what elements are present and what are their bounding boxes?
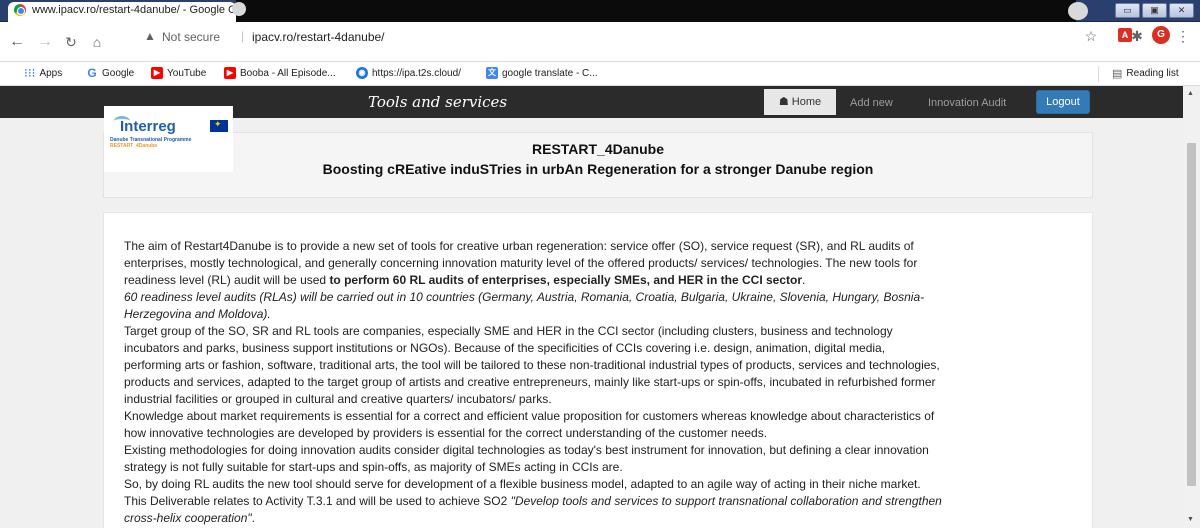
content-card: The aim of Restart4Danube is to provide … [103, 212, 1093, 528]
text-line: 60 readiness level audits (RLAs) will be… [124, 289, 1079, 306]
text-span: . [802, 273, 806, 287]
eu-flag-icon [210, 119, 228, 132]
scrollbar-thumb[interactable] [1187, 143, 1196, 486]
url-text[interactable]: ipacv.ro/restart-4danube/ [252, 30, 385, 44]
bookmark-youtube[interactable]: ▶ YouTube [151, 67, 206, 79]
text-line: products and services, adapted to the ta… [124, 375, 936, 389]
page-header: RESTART_4Danube Boosting cREative induST… [103, 132, 1093, 198]
bookmark-google[interactable]: G Google [86, 67, 134, 79]
bookmark-label: YouTube [167, 67, 207, 79]
address-separator: | [241, 29, 245, 43]
scroll-down-arrow-icon[interactable]: ▼ [1187, 516, 1194, 523]
apps-grid-icon: ⁝⁝⁝ [24, 66, 36, 80]
logout-button[interactable]: Logout [1036, 90, 1090, 114]
text-line: Existing methodologies for doing innovat… [124, 443, 929, 457]
text-line: how innovative technologies are develope… [124, 426, 768, 440]
bookmark-label: Apps [39, 67, 63, 79]
home-icon[interactable]: ⌂ [86, 31, 108, 53]
text-line: readiness level (RL) audit will be used … [124, 272, 1079, 289]
text-italic: cross-helix cooperation" [124, 511, 252, 525]
reload-icon[interactable]: ↻ [60, 31, 82, 53]
logo-brand: Interreg [120, 118, 176, 135]
forward-arrow-icon[interactable]: → [34, 31, 56, 53]
text-line: Target group of the SO, SR and RL tools … [124, 324, 893, 338]
profile-avatar[interactable]: G [1152, 26, 1170, 44]
google-icon: G [87, 66, 97, 80]
bookmark-google-translate[interactable]: 文 google translate - C... [486, 67, 598, 79]
nav-innovation-audit[interactable]: Innovation Audit [928, 97, 1006, 109]
reading-list[interactable]: ▤ Reading list [1112, 67, 1179, 80]
nav-home[interactable]: ☗ Home [764, 89, 836, 115]
new-tab-button[interactable] [232, 2, 246, 16]
logo-project: RESTART_4Danube [110, 143, 158, 149]
back-arrow-icon[interactable]: ← [6, 31, 28, 53]
bookmark-ipa[interactable]: ◉ https://ipa.t2s.cloud/ [356, 67, 461, 79]
reading-list-icon: ▤ [1112, 68, 1123, 80]
menu-kebab-icon[interactable]: ⋮ [1174, 28, 1192, 45]
bookmark-label: https://ipa.t2s.cloud/ [372, 67, 461, 79]
bookmark-apps[interactable]: ⁝⁝⁝ Apps [24, 67, 62, 79]
bookmark-star-icon[interactable]: ☆ [1082, 28, 1100, 45]
home-icon: ☗ [778, 96, 789, 108]
scroll-up-arrow-icon[interactable]: ▲ [1187, 90, 1194, 97]
bookmark-booba[interactable]: ▶ Booba - All Episode... [224, 67, 336, 79]
page-title: RESTART_4Danube [532, 141, 664, 157]
page-subtitle: Boosting cREative induSTries in urbAn Re… [322, 161, 874, 177]
site-title[interactable]: Tools and services [368, 93, 507, 111]
text-line: industrial facilities or grouped in cult… [124, 392, 552, 406]
page-scrollbar[interactable]: ▲ ▼ [1183, 86, 1200, 528]
youtube-icon: ▶ [151, 67, 163, 79]
text-span: . [251, 511, 255, 525]
tab-search-button[interactable] [1068, 2, 1088, 20]
warning-icon[interactable]: ▲ [144, 29, 156, 43]
tab-strip [236, 0, 1076, 22]
text-line: strategy is not fully suitable for start… [124, 460, 623, 474]
text-bold: to perform 60 RL audits of enterprises, … [329, 273, 803, 287]
bookmark-label: Booba - All Episode... [240, 67, 336, 79]
nav-add-new[interactable]: Add new [850, 97, 893, 109]
address-bar[interactable]: ▲ Not secure | ipacv.ro/restart-4danube/ [132, 27, 1052, 47]
bookmark-label: google translate - C... [502, 67, 598, 79]
text-line: Knowledge about market requirements is e… [124, 409, 935, 423]
text-span: readiness level (RL) audit will be used [124, 273, 330, 287]
bookmarks-divider [1098, 66, 1099, 82]
bookmark-label: Google [102, 67, 135, 79]
text-line: performing arts or fashion, software, tr… [124, 358, 940, 372]
maximize-button[interactable]: ▣ [1142, 3, 1167, 18]
nav-home-label: Home [791, 96, 822, 108]
interreg-logo[interactable]: Interreg Danube Transnational Programme … [104, 106, 233, 172]
window-controls: ▭ ▣ ✕ [1115, 3, 1194, 18]
text-line: enterprises, mostly technological, and g… [124, 256, 918, 270]
close-button[interactable]: ✕ [1169, 3, 1194, 18]
not-secure-label[interactable]: Not secure [162, 30, 220, 44]
minimize-button[interactable]: ▭ [1115, 3, 1140, 18]
text-italic: Herzegovina and Moldova). [124, 307, 271, 321]
text-line: Herzegovina and Moldova). [124, 306, 1079, 323]
extensions-puzzle-icon[interactable]: ✱ [1128, 28, 1146, 45]
youtube-icon: ▶ [224, 67, 236, 79]
text-line: This Deliverable relates to Activity T.3… [124, 493, 1079, 510]
text-line: The aim of Restart4Danube is to provide … [124, 239, 914, 253]
bookmarks-bar: ⁝⁝⁝ Apps G Google ▶ YouTube ▶ Booba - Al… [0, 62, 1200, 86]
text-line: So, by doing RL audits the new tool shou… [124, 477, 921, 491]
text-line: incubators and parks, business support i… [124, 341, 886, 355]
translate-icon: 文 [486, 67, 498, 79]
page-viewport: Tools and services ☗ Home Add new Innova… [0, 86, 1183, 528]
paragraph-aim: The aim of Restart4Danube is to provide … [124, 238, 1079, 527]
globe-icon: ◉ [356, 67, 368, 79]
chrome-favicon-icon [14, 4, 26, 16]
text-italic: "Develop tools and services to support t… [510, 494, 942, 508]
browser-title-bar: www.ipacv.ro/restart-4danube/ - Google C… [0, 0, 1200, 22]
browser-toolbar: ← → ↻ ⌂ ▲ Not secure | ipacv.ro/restart-… [0, 22, 1200, 62]
text-line: cross-helix cooperation". [124, 510, 1079, 527]
reading-list-label: Reading list [1126, 68, 1179, 79]
text-span: This Deliverable relates to Activity T.3… [124, 494, 511, 508]
text-italic: 60 readiness level audits (RLAs) will be… [124, 290, 925, 304]
